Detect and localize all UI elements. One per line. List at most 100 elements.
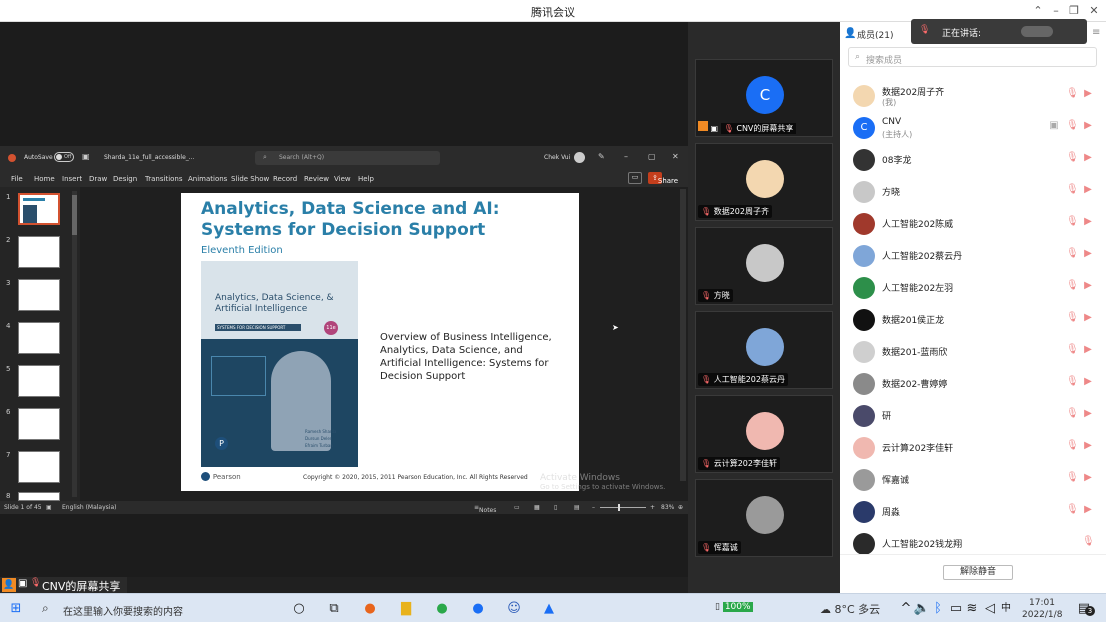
- mic-muted-icon[interactable]: 🎙: [1066, 440, 1079, 452]
- slide-thumbnail[interactable]: [18, 322, 60, 354]
- menu-design[interactable]: Design: [113, 175, 137, 183]
- member-row[interactable]: 人工智能202钱龙翔 🎙: [850, 530, 1102, 556]
- user-app-icon[interactable]: ☺: [504, 599, 524, 619]
- menu-animations[interactable]: Animations: [188, 175, 227, 183]
- ppt-search-box[interactable]: ⌕ Search (Alt+Q): [255, 151, 440, 165]
- zoom-slider[interactable]: [600, 504, 646, 511]
- accessibility-icon[interactable]: ▣: [46, 504, 52, 511]
- member-row[interactable]: 数据202-曹婷婷 🎙 ▶: [850, 370, 1102, 396]
- member-row[interactable]: 人工智能202陈威 🎙 ▶: [850, 210, 1102, 236]
- menu-slide-show[interactable]: Slide Show: [231, 175, 269, 183]
- menu-insert[interactable]: Insert: [62, 175, 82, 183]
- weather-widget[interactable]: ☁ 8°C 多云: [820, 601, 880, 617]
- minimize-button[interactable]: –: [1048, 3, 1064, 19]
- pen-icon[interactable]: ✎: [598, 152, 605, 161]
- input-method[interactable]: 中: [996, 599, 1016, 619]
- windows-start-icon[interactable]: ⊞: [6, 599, 26, 619]
- normal-view-icon[interactable]: ▭: [514, 504, 520, 511]
- menu-view[interactable]: View: [334, 175, 351, 183]
- slide-thumbnail[interactable]: [18, 492, 60, 501]
- video-tile[interactable]: 🎙 人工智能202蔡云丹: [695, 311, 833, 389]
- slide-thumbnail[interactable]: [18, 408, 60, 440]
- ppt-restore-button[interactable]: ▢: [648, 152, 656, 161]
- menu-transitions[interactable]: Transitions: [145, 175, 183, 183]
- mic-muted-icon[interactable]: 🎙: [1066, 376, 1079, 388]
- camera-off-icon[interactable]: ▶: [1082, 408, 1094, 420]
- mic-muted-icon[interactable]: 🎙: [1066, 248, 1079, 260]
- camera-off-icon[interactable]: ▶: [1082, 440, 1094, 452]
- menu-file[interactable]: File: [11, 175, 23, 183]
- member-row[interactable]: C CNV (主持人) ▣ 🎙 ▶: [850, 114, 1102, 140]
- menu-draw[interactable]: Draw: [89, 175, 107, 183]
- video-tile[interactable]: C ▣ 🎙 CNV的屏幕共享: [695, 59, 833, 137]
- camera-off-icon[interactable]: ▶: [1082, 280, 1094, 292]
- share-button[interactable]: ⇪ Share: [648, 172, 678, 185]
- cortana-icon[interactable]: ○: [289, 599, 309, 619]
- mic-muted-icon[interactable]: 🎙: [1066, 88, 1079, 100]
- slide-scrollbar[interactable]: [680, 189, 686, 481]
- slide-thumbnail[interactable]: [18, 193, 60, 225]
- mic-muted-icon[interactable]: 🎙: [1066, 472, 1079, 484]
- ppt-user-avatar[interactable]: [574, 152, 585, 163]
- clock[interactable]: 17:01 2022/1/8: [1022, 597, 1062, 621]
- feishu-icon[interactable]: ●: [468, 599, 488, 619]
- member-row[interactable]: 恽嘉诚 🎙 ▶: [850, 466, 1102, 492]
- fit-slide-icon[interactable]: ⊕: [678, 504, 683, 511]
- zoom-out-icon[interactable]: –: [592, 504, 595, 511]
- camera-off-icon[interactable]: ▶: [1082, 120, 1094, 132]
- autosave-toggle[interactable]: Off: [54, 152, 74, 162]
- member-row[interactable]: 研 🎙 ▶: [850, 402, 1102, 428]
- wechat-icon[interactable]: ●: [432, 599, 452, 619]
- mic-muted-icon[interactable]: 🎙: [1066, 216, 1079, 228]
- ppt-minimize-button[interactable]: –: [624, 152, 628, 161]
- member-row[interactable]: 数据201侯正龙 🎙 ▶: [850, 306, 1102, 332]
- file-name[interactable]: Sharda_11e_full_accessible_...: [104, 154, 194, 161]
- file-explorer-icon[interactable]: ▇: [396, 599, 416, 619]
- video-tile[interactable]: 🎙 恽嘉诚: [695, 479, 833, 557]
- taskbar-search-box[interactable]: ⌕ 在这里输入你要搜索的内容: [36, 596, 278, 621]
- camera-off-icon[interactable]: ▶: [1082, 376, 1094, 388]
- task-view-icon[interactable]: ⧉: [324, 599, 344, 619]
- member-row[interactable]: 08李龙 🎙 ▶: [850, 146, 1102, 172]
- zoom-in-icon[interactable]: +: [650, 504, 655, 511]
- mic-muted-icon[interactable]: 🎙: [1066, 280, 1079, 292]
- reading-view-icon[interactable]: ▯: [554, 504, 557, 511]
- mic-muted-icon[interactable]: 🎙: [1066, 504, 1079, 516]
- camera-off-icon[interactable]: ▶: [1082, 184, 1094, 196]
- firefox-icon[interactable]: ●: [360, 599, 380, 619]
- close-button[interactable]: ✕: [1086, 3, 1102, 19]
- camera-off-icon[interactable]: ▶: [1082, 152, 1094, 164]
- mic-muted-icon[interactable]: 🎙: [1066, 184, 1079, 196]
- camera-off-icon[interactable]: ▶: [1082, 472, 1094, 484]
- ppt-close-button[interactable]: ✕: [672, 152, 679, 161]
- slide-thumbnail[interactable]: [18, 279, 60, 311]
- video-tile[interactable]: 🎙 数据202周子齐: [695, 143, 833, 221]
- slideshow-icon[interactable]: ▤: [574, 504, 580, 511]
- mic-muted-icon[interactable]: 🎙: [1066, 344, 1079, 356]
- slide-sorter-icon[interactable]: ▦: [534, 504, 540, 511]
- mic-muted-icon[interactable]: 🎙: [1066, 312, 1079, 324]
- wifi-icon[interactable]: ≋: [962, 599, 982, 619]
- notification-icon[interactable]: ▤ 3: [1074, 599, 1095, 619]
- slide-thumbnail[interactable]: [18, 451, 60, 483]
- menu-help[interactable]: Help: [358, 175, 374, 183]
- language-status[interactable]: English (Malaysia): [62, 504, 116, 511]
- menu-icon[interactable]: ≡: [1092, 27, 1100, 38]
- mic-muted-icon[interactable]: 🎙: [1066, 120, 1079, 132]
- thumbnail-scrollbar[interactable]: [72, 191, 77, 497]
- battery-indicator[interactable]: ▯ 100%: [715, 602, 753, 612]
- member-row[interactable]: 人工智能202左羽 🎙 ▶: [850, 274, 1102, 300]
- menu-record[interactable]: Record: [273, 175, 297, 183]
- camera-off-icon[interactable]: ▶: [1082, 312, 1094, 324]
- slide-thumbnail[interactable]: [18, 236, 60, 268]
- mic-muted-icon[interactable]: 🎙: [1066, 408, 1079, 420]
- menu-review[interactable]: Review: [304, 175, 329, 183]
- camera-off-icon[interactable]: ▶: [1082, 248, 1094, 260]
- camera-off-icon[interactable]: ▶: [1082, 504, 1094, 516]
- comments-icon[interactable]: ▭: [628, 172, 642, 184]
- member-search-input[interactable]: ⌕ 搜索成员: [848, 47, 1097, 67]
- member-row[interactable]: 数据201-蓝雨欣 🎙 ▶: [850, 338, 1102, 364]
- member-row[interactable]: 人工智能202蔡云丹 🎙 ▶: [850, 242, 1102, 268]
- tencent-meeting-icon[interactable]: ▲: [539, 599, 559, 619]
- camera-off-icon[interactable]: ▶: [1082, 88, 1094, 100]
